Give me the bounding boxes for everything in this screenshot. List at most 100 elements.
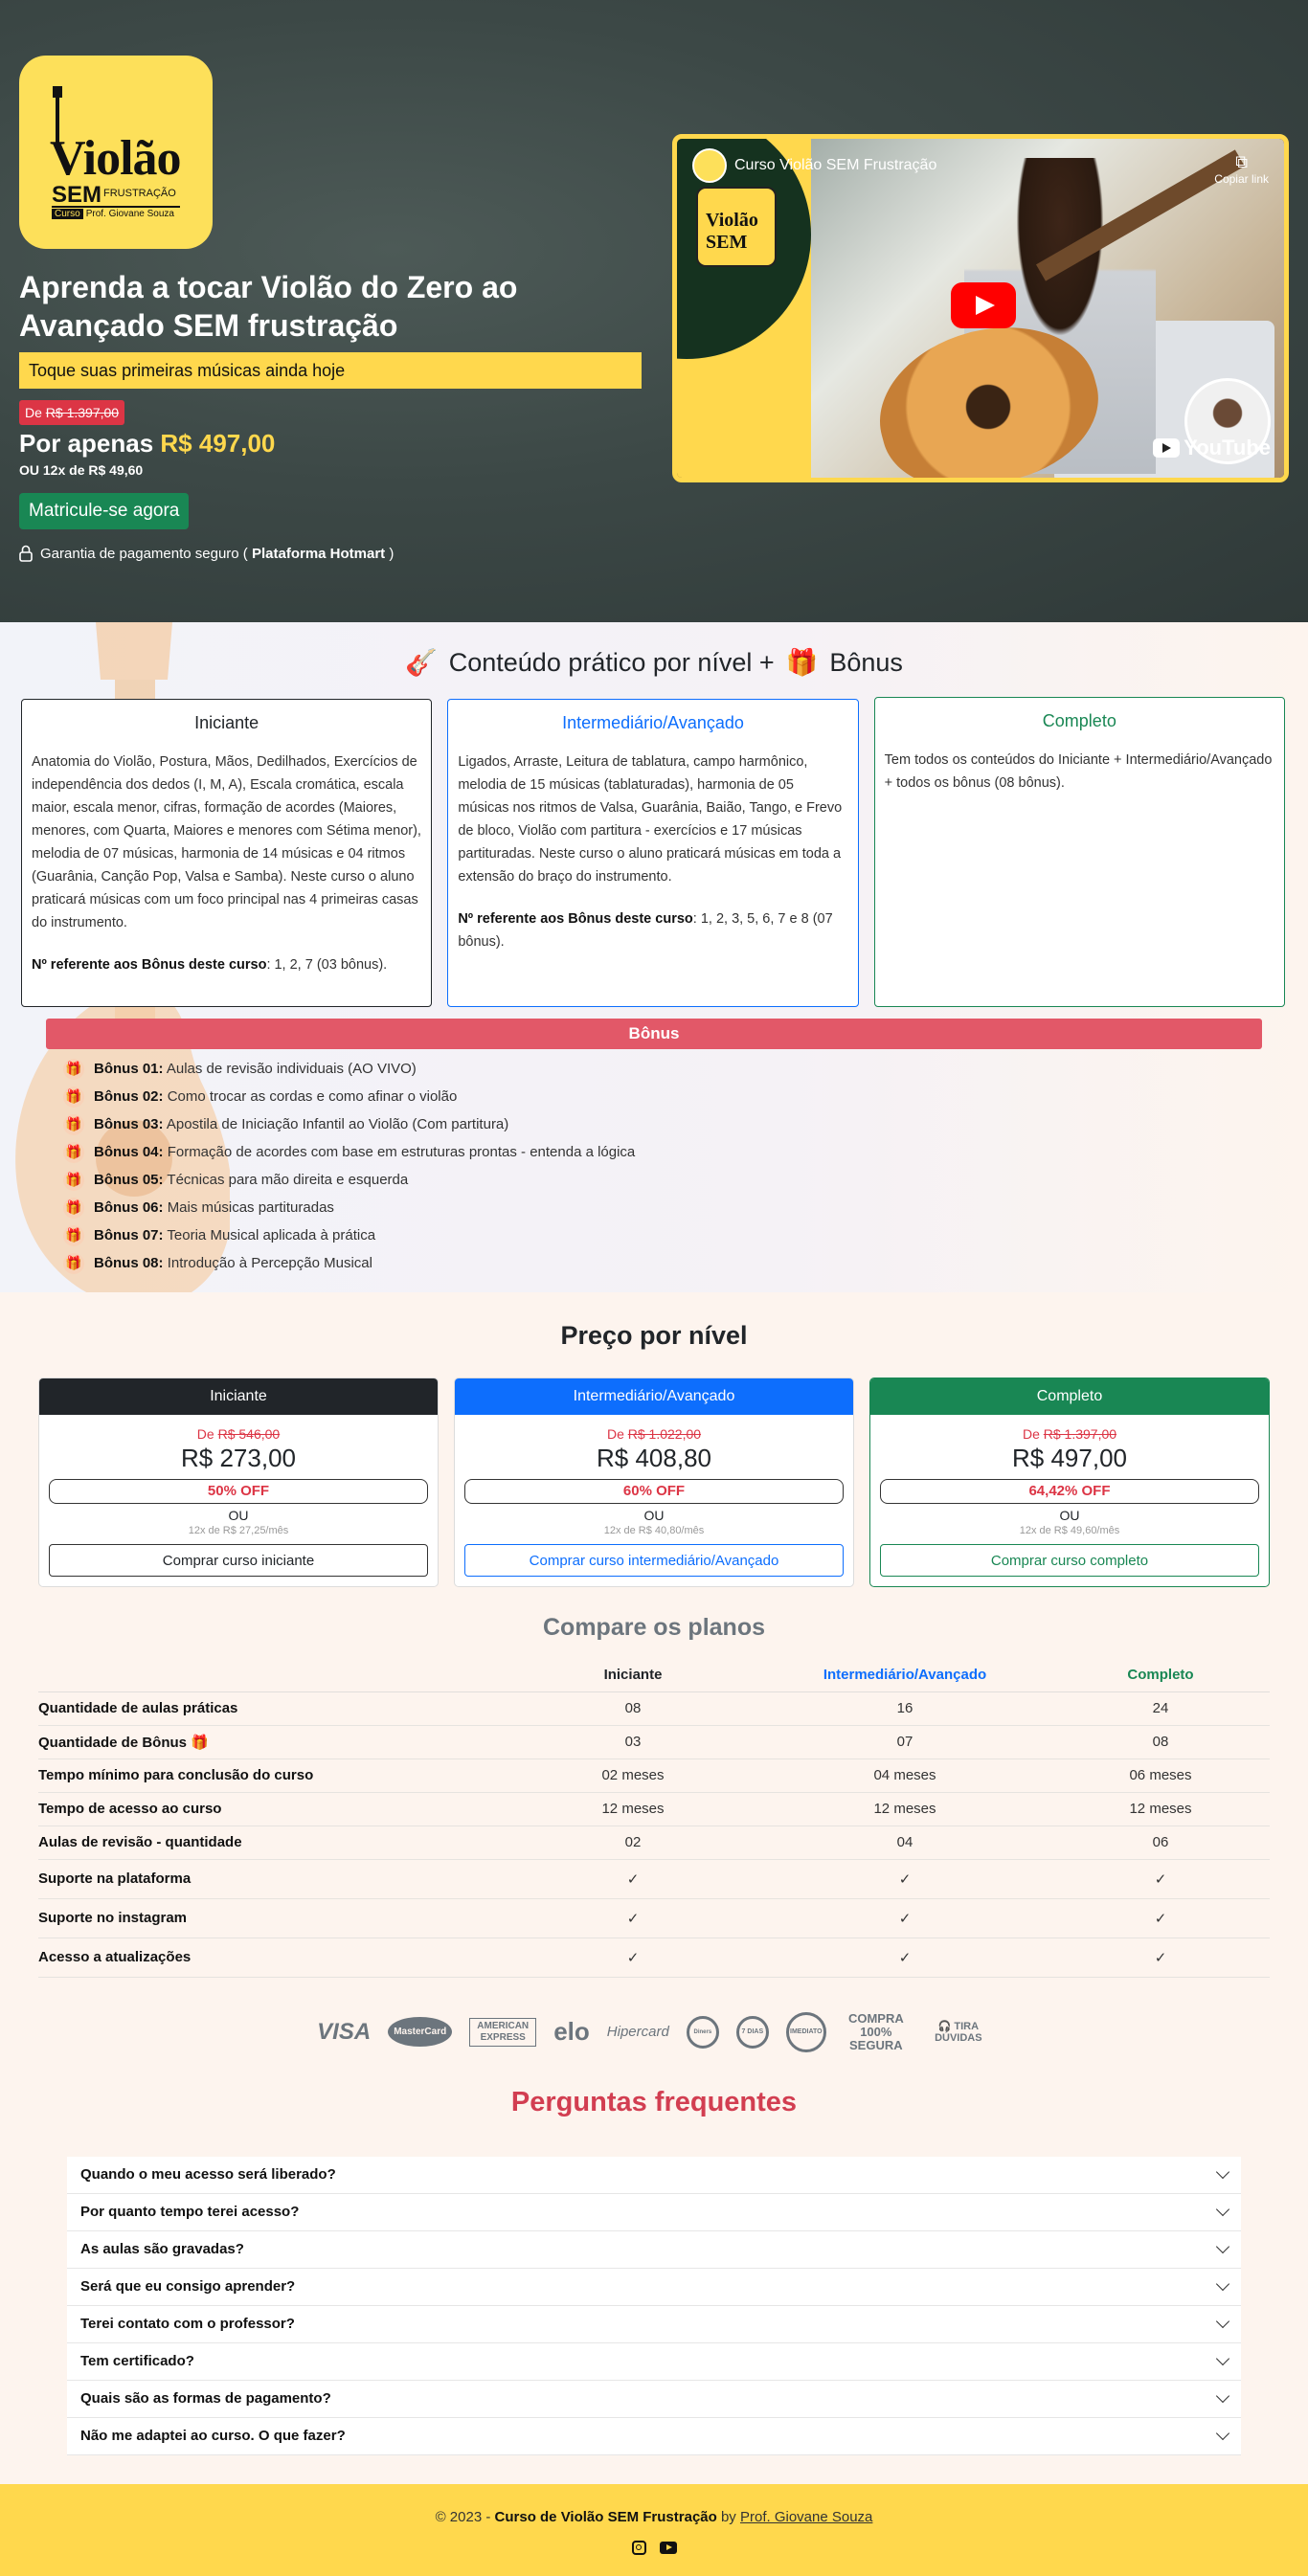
video-logo: Violão SEM: [696, 187, 777, 267]
faq-item[interactable]: Quais são as formas de pagamento?: [67, 2380, 1241, 2418]
faq-item[interactable]: Quando o meu acesso será liberado?: [67, 2156, 1241, 2194]
instagram-icon[interactable]: [631, 2540, 646, 2555]
cell: 08: [507, 1691, 758, 1726]
content-title: 🎸 Conteúdo prático por nível + 🎁 Bônus: [0, 647, 1308, 678]
installments-text: 12x de R$ 49,60/mês: [1019, 1525, 1120, 1536]
video-title[interactable]: Curso Violão SEM Frustração: [734, 157, 936, 174]
faq-item[interactable]: Terei contato com o professor?: [67, 2305, 1241, 2343]
play-button[interactable]: [951, 282, 1016, 328]
secure-platform: Plataforma Hotmart: [251, 545, 386, 562]
gift-icon: 🎁: [63, 1086, 84, 1108]
price-from: De R$ 1.397,00: [880, 1426, 1259, 1442]
price-from-value: R$ 1.022,00: [627, 1426, 702, 1442]
bonus-label: Bônus 01:: [94, 1061, 164, 1077]
installments-text: 12x de R$ 27,25/mês: [188, 1525, 289, 1536]
price-value: R$ 408,80: [597, 1444, 711, 1472]
row-label: Aulas de revisão - quantidade: [38, 1826, 507, 1860]
faq-item[interactable]: As aulas são gravadas?: [67, 2230, 1241, 2269]
compare-table: Iniciante Intermediário/Avançado Complet…: [38, 1659, 1270, 1978]
video-player[interactable]: Violão SEM Curso Violão SEM Frustração ⧉…: [672, 134, 1289, 482]
brand-logo[interactable]: Violão SEM FRUSTRAÇÃO Curso Prof. Giovane…: [19, 56, 213, 249]
price-card-title: Iniciante: [39, 1378, 438, 1415]
channel-avatar[interactable]: [692, 148, 727, 183]
level-bonus-label: Nº referente aos Bônus deste curso: [458, 911, 693, 927]
footer-author-link[interactable]: Prof. Giovane Souza: [740, 2509, 872, 2525]
logo-frustracao: FRUSTRAÇÃO: [103, 188, 176, 199]
faq-item[interactable]: Não me adaptei ao curso. O que fazer?: [67, 2417, 1241, 2455]
chevron-down-icon: [1215, 2426, 1230, 2441]
price-from-value: R$ 1.397,00: [1043, 1426, 1117, 1442]
buy-iniciante-button[interactable]: Comprar curso iniciante: [49, 1544, 428, 1577]
bonus-text: Aulas de revisão individuais (AO VIVO): [166, 1061, 417, 1077]
seven-days-label: 7 DIAS: [741, 2028, 764, 2035]
price-card-iniciante: Iniciante De R$ 546,00 R$ 273,00 50% OFF…: [38, 1378, 439, 1587]
level-title: Iniciante: [194, 713, 259, 732]
compare-title: Compare os planos: [543, 1614, 765, 1641]
bonus-text: Apostila de Iniciação Infantil ao Violão…: [166, 1116, 509, 1132]
copy-link-label: Copiar link: [1214, 172, 1269, 186]
faq-item[interactable]: Tem certificado?: [67, 2342, 1241, 2381]
level-description: Anatomia do Violão, Postura, Mãos, Dedil…: [32, 754, 421, 930]
buy-completo-button[interactable]: Comprar curso completo: [880, 1544, 1259, 1577]
price-from: De R$ 1.022,00: [464, 1426, 844, 1442]
prices-title: Preço por nível: [560, 1321, 748, 1350]
table-row: Quantidade de Bônus 🎁 03 07 08: [38, 1725, 1270, 1759]
youtube-logo[interactable]: YouTube: [1153, 436, 1271, 460]
bonus-label: Bônus 03:: [94, 1116, 164, 1132]
cell: 03: [507, 1725, 758, 1759]
bonus-label: Bônus 08:: [94, 1255, 164, 1271]
level-bonus: Nº referente aos Bônus deste curso: 1, 2…: [458, 907, 847, 953]
buy-intermediario-button[interactable]: Comprar curso intermediário/Avançado: [464, 1544, 844, 1577]
faq-question: Terei contato com o professor?: [80, 2316, 295, 2332]
video-title-bar[interactable]: Curso Violão SEM Frustração: [692, 148, 1284, 183]
check-icon: ✓: [758, 1859, 1051, 1899]
bonus-text: Introdução à Percepção Musical: [167, 1255, 372, 1271]
content-title-text: Conteúdo prático por nível +: [448, 647, 775, 677]
table-row: Tempo mínimo para conclusão do curso 02 m…: [38, 1758, 1270, 1793]
cell: 08: [1051, 1725, 1270, 1759]
hipercard-icon: Hipercard: [606, 2024, 669, 2040]
logo-title: Violão: [50, 131, 182, 186]
enroll-button[interactable]: Matricule-se agora: [19, 493, 190, 529]
level-title: Intermediário/Avançado: [562, 713, 744, 732]
or-text: OU: [1059, 1508, 1080, 1523]
gift-icon: 🎁: [63, 1058, 84, 1080]
faq-question: Quais são as formas de pagamento?: [80, 2390, 331, 2407]
gift-icon: 🎁: [63, 1141, 84, 1163]
lock-icon: [19, 545, 33, 562]
logo-author: Curso Prof. Giovane Souza: [52, 209, 174, 219]
price-from-prefix: De: [606, 1426, 624, 1442]
faq-item[interactable]: Por quanto tempo terei acesso?: [67, 2193, 1241, 2231]
faq-item[interactable]: Será que eu consigo aprender?: [67, 2268, 1241, 2306]
bonus-text: Técnicas para mão direita e esquerda: [167, 1172, 409, 1188]
level-bonus-text: : 1, 2, 7 (03 bônus).: [266, 957, 388, 973]
price-value: R$ 273,00: [181, 1444, 296, 1472]
faq-question: Será que eu consigo aprender?: [80, 2278, 296, 2295]
cell: 04 meses: [758, 1758, 1051, 1793]
check-icon: ✓: [1051, 1898, 1270, 1938]
list-item: 🎁 Bônus 02: Como trocar as cordas e como …: [63, 1083, 1262, 1110]
check-icon: ✓: [507, 1898, 758, 1938]
secure-text: Garantia de pagamento seguro (: [40, 545, 248, 562]
price-from: De R$ 546,00: [49, 1426, 428, 1442]
or-text: OU: [643, 1508, 665, 1523]
youtube-icon[interactable]: [659, 2541, 677, 2554]
bonus-header: Bônus: [46, 1019, 1262, 1049]
diners-label: Diners: [693, 2028, 712, 2035]
headset-icon: 🎧: [937, 2020, 955, 2032]
check-icon: ✓: [758, 1898, 1051, 1938]
table-row: Aulas de revisão - quantidade 02 04 06: [38, 1826, 1270, 1860]
chevron-down-icon: [1215, 2164, 1230, 2180]
chevron-down-icon: [1215, 2202, 1230, 2217]
compare-header-intermediario: Intermediário/Avançado: [758, 1659, 1051, 1692]
copy-link-button[interactable]: ⧉ Copiar link: [1214, 152, 1269, 186]
bonus-label: Bônus 06:: [94, 1199, 164, 1216]
price-card-title: Intermediário/Avançado: [455, 1378, 853, 1415]
bonus-text: Como trocar as cordas e como afinar o vi…: [167, 1088, 458, 1105]
table-row: Suporte no instagram ✓ ✓ ✓: [38, 1898, 1270, 1938]
logo-sem: SEM: [52, 182, 102, 208]
guitar-emoji-icon: 🎸: [405, 648, 438, 677]
cell: 02: [507, 1826, 758, 1860]
cell: 06 meses: [1051, 1758, 1270, 1793]
old-price: R$ 1.397,00: [45, 405, 120, 420]
